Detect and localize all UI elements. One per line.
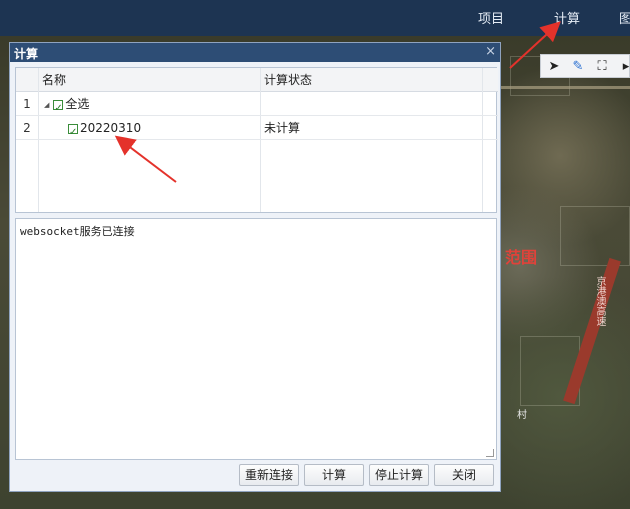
checkbox-select-all[interactable] <box>53 97 64 121</box>
log-output[interactable]: websocket服务已连接 <box>15 218 497 460</box>
node-label: 全选 <box>65 97 90 111</box>
row-number: 2 <box>23 121 31 135</box>
nav-item-project[interactable]: 项目 <box>478 8 504 27</box>
map-label-range: 范围 <box>505 248 538 267</box>
nav-item-calculate[interactable]: 计算 <box>554 8 580 27</box>
calculate-button[interactable]: 计算 <box>304 464 364 486</box>
log-text: websocket服务已连接 <box>20 225 135 238</box>
pointer-icon[interactable]: ➤ <box>545 57 563 75</box>
column-divider <box>482 68 483 212</box>
column-divider <box>260 68 261 212</box>
map-label-village: 村 <box>517 410 527 421</box>
nav-item-map[interactable]: 图 <box>619 8 630 27</box>
map-field <box>560 206 630 266</box>
expand-arrow-icon[interactable]: ◢ <box>44 93 49 117</box>
dialog-header[interactable]: 计算 × <box>10 43 500 62</box>
top-navbar: 项目 计算 图 <box>0 0 630 36</box>
grid-header: 名称 计算状态 <box>16 68 498 92</box>
status-cell: 未计算 <box>264 121 301 135</box>
close-icon[interactable]: × <box>485 44 496 59</box>
map-road <box>500 86 630 89</box>
reconnect-button[interactable]: 重新连接 <box>239 464 299 486</box>
map-toolbar: ➤ ✎ ⛶ ▸ <box>540 54 630 78</box>
map-label-highway: 京港澳高速 <box>594 276 605 326</box>
column-divider <box>38 68 39 212</box>
tree-node-item[interactable]: 20220310 <box>68 116 142 145</box>
table-row[interactable]: 1 ◢ 全选 <box>16 92 498 121</box>
row-number: 1 <box>23 97 31 111</box>
ruler-icon[interactable]: ✎ <box>569 57 587 75</box>
node-label: 20220310 <box>80 121 142 135</box>
dialog-title: 计算 <box>14 47 39 61</box>
resize-grip-icon[interactable] <box>486 449 494 457</box>
stop-calculate-button[interactable]: 停止计算 <box>369 464 429 486</box>
column-header-name[interactable]: 名称 <box>42 68 66 92</box>
calculate-dialog: 计算 × 名称 计算状态 1 ◢ 全选 2 20220310 未计算 websoc… <box>9 42 501 492</box>
column-header-status[interactable]: 计算状态 <box>264 68 312 92</box>
more-icon[interactable]: ▸ <box>617 57 630 75</box>
close-button[interactable]: 关闭 <box>434 464 494 486</box>
table-row[interactable]: 2 20220310 未计算 <box>16 116 498 145</box>
fullscreen-icon[interactable]: ⛶ <box>593 57 611 75</box>
calc-grid: 名称 计算状态 1 ◢ 全选 2 20220310 未计算 <box>15 67 498 213</box>
checkbox-item[interactable] <box>68 121 78 145</box>
tree-node-select-all[interactable]: ◢ 全选 <box>44 92 90 121</box>
